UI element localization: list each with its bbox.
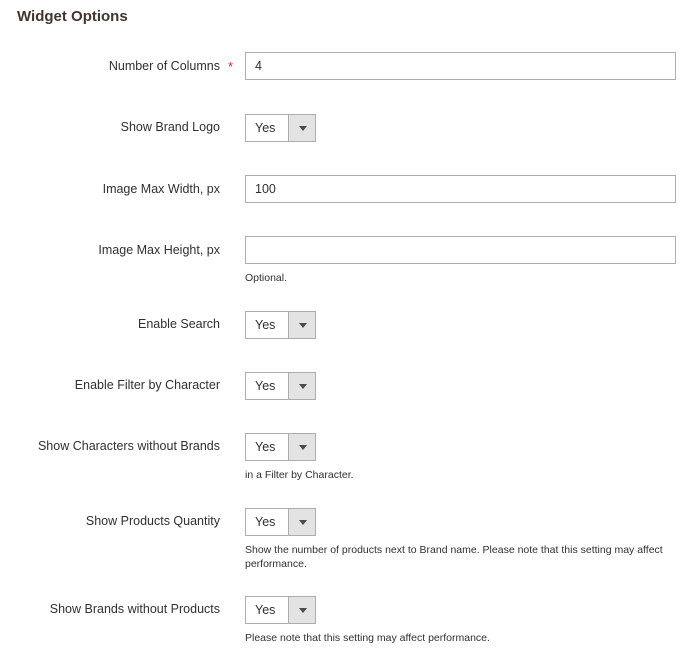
field-label: Show Brand Logo — [120, 120, 220, 134]
required-mark: * — [228, 59, 234, 74]
chevron-down-icon — [288, 509, 315, 535]
field-label: Show Brands without Products — [49, 602, 220, 616]
chevron-down-icon — [288, 312, 315, 338]
image-max-width-input[interactable] — [245, 175, 676, 203]
field-label: Image Max Height, px — [98, 243, 220, 257]
enable-search-select[interactable]: Yes — [245, 311, 316, 339]
select-value: Yes — [255, 603, 276, 617]
field-note: in a Filter by Character. — [245, 469, 354, 481]
select-value: Yes — [255, 440, 276, 454]
field-label: Show Products Quantity — [85, 514, 220, 528]
show-brand-logo-select[interactable]: Yes — [245, 114, 316, 142]
field-note: Please note that this setting may affect… — [245, 632, 490, 644]
section-title: Widget Options — [17, 8, 128, 25]
show-brands-without-products-select[interactable]: Yes — [245, 596, 316, 624]
chevron-down-icon — [288, 115, 315, 141]
field-label: Enable Search — [137, 317, 220, 331]
field-note: Optional. — [245, 272, 288, 284]
chevron-down-icon — [288, 434, 315, 460]
chevron-down-icon — [288, 373, 315, 399]
show-products-quantity-select[interactable]: Yes — [245, 508, 316, 536]
select-value: Yes — [255, 318, 276, 332]
select-value: Yes — [255, 515, 276, 529]
field-note: Show the number of products next to Bran… — [245, 544, 663, 570]
field-label: Enable Filter by Character — [74, 378, 220, 392]
field-label: Number of Columns — [108, 59, 220, 73]
field-label: Show Characters without Brands — [37, 439, 220, 453]
show-characters-select[interactable]: Yes — [245, 433, 316, 461]
select-value: Yes — [255, 121, 276, 135]
select-value: Yes — [255, 379, 276, 393]
chevron-down-icon — [288, 597, 315, 623]
enable-filter-select[interactable]: Yes — [245, 372, 316, 400]
number-of-columns-input[interactable] — [245, 52, 676, 80]
image-max-height-input[interactable] — [245, 236, 676, 264]
field-label: Image Max Width, px — [102, 182, 220, 196]
